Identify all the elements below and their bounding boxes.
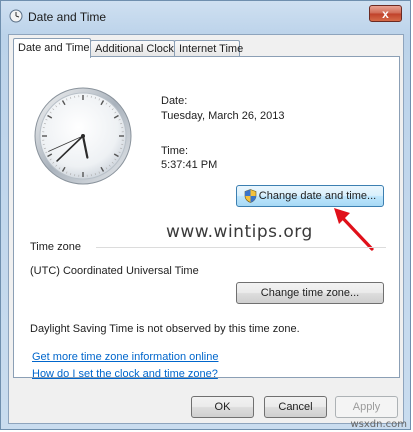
- apply-button[interactable]: Apply: [335, 396, 398, 418]
- window-title: Date and Time: [28, 10, 107, 24]
- corner-watermark: wsxdn.com: [350, 419, 407, 430]
- clock-pivot: [81, 134, 85, 138]
- dst-note: Daylight Saving Time is not observed by …: [30, 323, 300, 335]
- time-label: Time:: [161, 145, 189, 157]
- close-button[interactable]: x: [369, 5, 402, 22]
- ok-button[interactable]: OK: [191, 396, 254, 418]
- uac-shield-icon: [244, 189, 257, 203]
- watermark: www.wintips.org: [166, 222, 313, 242]
- time-zone-divider: [96, 247, 386, 248]
- change-time-zone-button[interactable]: Change time zone...: [236, 282, 384, 304]
- dialog-body: Date and Time Additional Clocks Internet…: [8, 34, 404, 424]
- tab-date-and-time[interactable]: Date and Time: [13, 38, 91, 58]
- tab-additional-clocks[interactable]: Additional Clocks: [90, 40, 179, 57]
- time-value: 5:37:41 PM: [161, 159, 218, 171]
- date-value: Tuesday, March 26, 2013: [161, 110, 285, 122]
- time-zone-info-link[interactable]: Get more time zone information online: [32, 351, 218, 363]
- change-date-time-label: Change date and time...: [258, 190, 377, 202]
- analog-clock: [34, 87, 132, 185]
- date-label: Date:: [161, 95, 188, 107]
- tab-internet-time[interactable]: Internet Time: [174, 40, 243, 57]
- date-time-dialog: Date and Time x Date and Time Additional…: [0, 0, 411, 430]
- clock-app-icon: [9, 9, 23, 23]
- cancel-button[interactable]: Cancel: [264, 396, 327, 418]
- change-date-time-button[interactable]: Change date and time...: [236, 185, 384, 207]
- time-zone-value: (UTC) Coordinated Universal Time: [30, 265, 199, 277]
- close-icon: x: [382, 7, 389, 21]
- clock-help-link[interactable]: How do I set the clock and time zone?: [32, 368, 218, 380]
- title-bar[interactable]: Date and Time x: [1, 1, 410, 33]
- time-zone-heading: Time zone: [30, 241, 81, 253]
- date-time-panel: Date: Tuesday, March 26, 2013 Time: 5:37…: [13, 56, 400, 378]
